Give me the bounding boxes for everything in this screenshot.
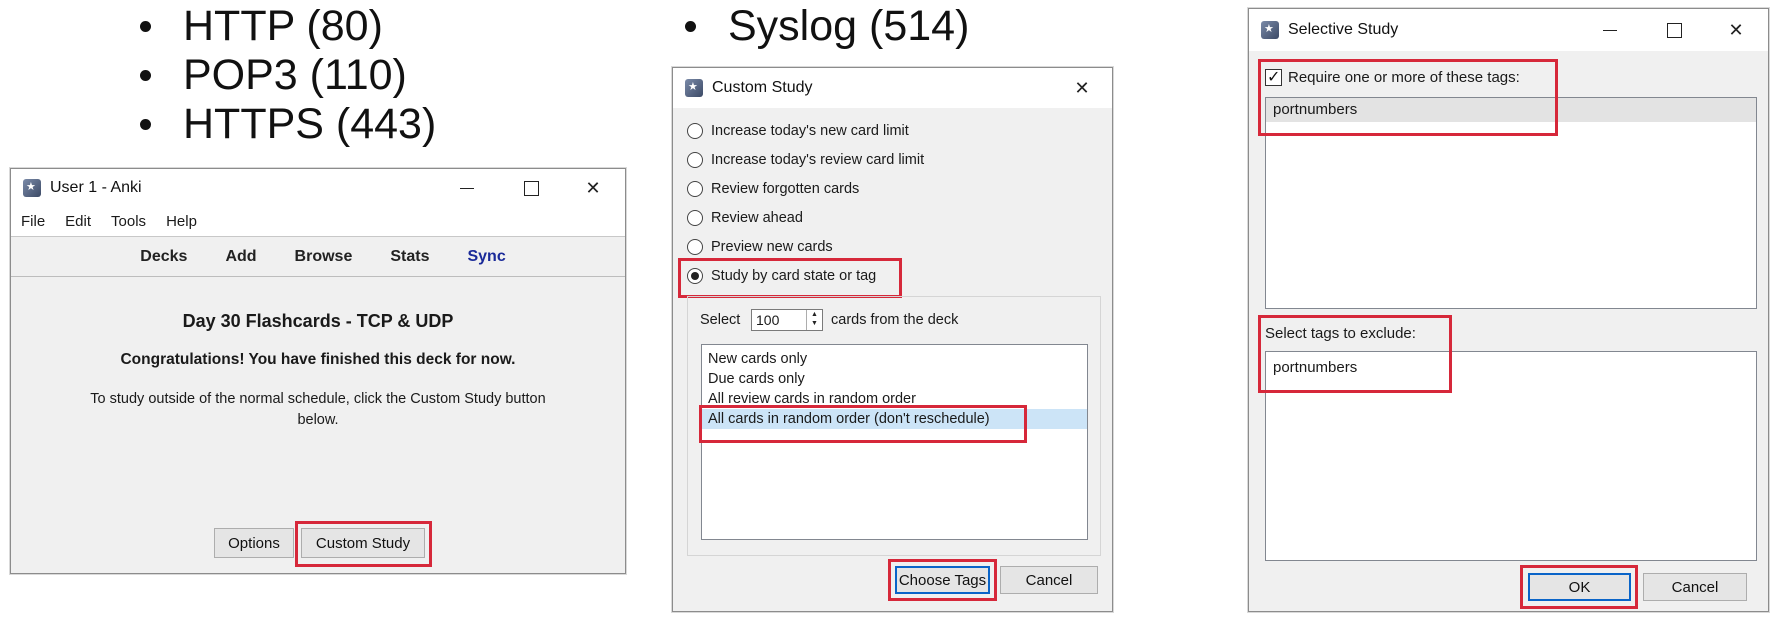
bullet-dot — [140, 70, 151, 81]
option-forgotten[interactable]: Review forgotten cards — [687, 181, 859, 197]
menu-help[interactable]: Help — [166, 213, 197, 230]
menu-bar: File Edit Tools Help — [11, 207, 625, 237]
bullet-item: HTTP (80) — [140, 2, 436, 51]
list-item[interactable]: Due cards only — [702, 369, 1087, 389]
select-label: Select — [700, 312, 741, 328]
list-item-selected[interactable]: All cards in random order (don't resched… — [702, 409, 1087, 429]
option-new-limit[interactable]: Increase today's new card limit — [687, 123, 909, 139]
checkbox-checked-icon[interactable] — [1265, 67, 1282, 87]
card-type-list[interactable]: New cards only Due cards only All review… — [701, 344, 1088, 540]
toolbar-add[interactable]: Add — [225, 248, 256, 266]
slide-bullets-mid: Syslog (514) — [685, 2, 969, 51]
require-tags-checkbox-row[interactable]: Require one or more of these tags: — [1265, 67, 1520, 87]
maximize-icon[interactable] — [1644, 9, 1704, 51]
bullet-dot — [140, 119, 151, 130]
option-review-ahead[interactable]: Review ahead — [687, 210, 803, 226]
deck-title: Day 30 Flashcards - TCP & UDP — [182, 311, 454, 331]
list-item[interactable]: All review cards in random order — [702, 389, 1087, 409]
window-title: User 1 - Anki — [50, 179, 142, 196]
option-preview-new[interactable]: Preview new cards — [687, 239, 833, 255]
cancel-button[interactable]: Cancel — [1643, 573, 1747, 601]
dialog-title: Selective Study — [1288, 21, 1399, 38]
bullet-item: POP3 (110) — [140, 51, 436, 100]
options-button[interactable]: Options — [214, 528, 294, 558]
anki-main-window: User 1 - Anki ✕ File Edit Tools Help Dec… — [10, 168, 626, 574]
option-card-state-tag[interactable]: Study by card state or tag — [687, 268, 876, 284]
cards-from-label: cards from the deck — [831, 312, 959, 328]
dialog-title: Custom Study — [712, 79, 813, 96]
radio-icon — [687, 181, 703, 197]
toolbar-sync[interactable]: Sync — [467, 248, 505, 266]
menu-file[interactable]: File — [21, 213, 45, 230]
main-toolbar: Decks Add Browse Stats Sync — [11, 237, 625, 277]
exclude-tags-list[interactable]: portnumbers — [1265, 351, 1757, 561]
slide-bullets-left: HTTP (80) POP3 (110) HTTPS (443) — [140, 2, 436, 149]
custom-study-button[interactable]: Custom Study — [301, 528, 425, 558]
anki-icon — [1261, 21, 1279, 39]
minimize-icon[interactable] — [437, 169, 497, 207]
bullet-item: HTTPS (443) — [140, 100, 436, 149]
titlebar: Custom Study ✕ — [673, 68, 1112, 108]
minimize-icon[interactable] — [1580, 9, 1640, 51]
bullet-dot — [685, 21, 696, 32]
exclude-tags-label: Select tags to exclude: — [1265, 325, 1416, 342]
info-text-line2: below. — [297, 412, 339, 428]
option-review-limit[interactable]: Increase today's review card limit — [687, 152, 924, 168]
congrats-message: Congratulations! You have finished this … — [120, 351, 516, 368]
radio-icon — [687, 210, 703, 226]
radio-icon — [687, 152, 703, 168]
close-icon[interactable]: ✕ — [1706, 9, 1766, 51]
anki-icon — [685, 79, 703, 97]
cancel-button[interactable]: Cancel — [1000, 566, 1098, 594]
radio-selected-icon — [687, 268, 703, 284]
radio-icon — [687, 239, 703, 255]
choose-tags-button[interactable]: Choose Tags — [895, 566, 990, 594]
require-tags-label: Require one or more of these tags: — [1288, 69, 1520, 86]
bullet-dot — [140, 21, 151, 32]
tag-item[interactable]: portnumbers — [1266, 98, 1756, 122]
titlebar: User 1 - Anki ✕ — [11, 169, 625, 207]
toolbar-stats[interactable]: Stats — [390, 248, 429, 266]
selective-study-dialog: Selective Study ✕ Require one or more of… — [1248, 8, 1769, 612]
spin-arrows-icon[interactable]: ▲ ▼ — [806, 310, 822, 330]
radio-icon — [687, 123, 703, 139]
close-icon[interactable]: ✕ — [563, 169, 623, 207]
card-count-spinbox[interactable]: 100 ▲ ▼ — [751, 309, 823, 331]
close-icon[interactable]: ✕ — [1052, 68, 1112, 108]
ok-button[interactable]: OK — [1528, 573, 1631, 601]
menu-tools[interactable]: Tools — [111, 213, 146, 230]
custom-study-dialog: Custom Study ✕ Increase today's new card… — [672, 67, 1113, 612]
anki-icon — [23, 179, 41, 197]
maximize-icon[interactable] — [501, 169, 561, 207]
tag-item[interactable]: portnumbers — [1266, 356, 1756, 380]
bullet-item: Syslog (514) — [685, 2, 969, 51]
titlebar: Selective Study ✕ — [1249, 9, 1768, 51]
toolbar-browse[interactable]: Browse — [295, 248, 353, 266]
require-tags-list[interactable]: portnumbers — [1265, 97, 1757, 309]
list-item[interactable]: New cards only — [702, 349, 1087, 369]
toolbar-decks[interactable]: Decks — [140, 248, 187, 266]
info-text-line1: To study outside of the normal schedule,… — [90, 391, 546, 407]
card-count-value: 100 — [756, 312, 780, 328]
menu-edit[interactable]: Edit — [65, 213, 91, 230]
